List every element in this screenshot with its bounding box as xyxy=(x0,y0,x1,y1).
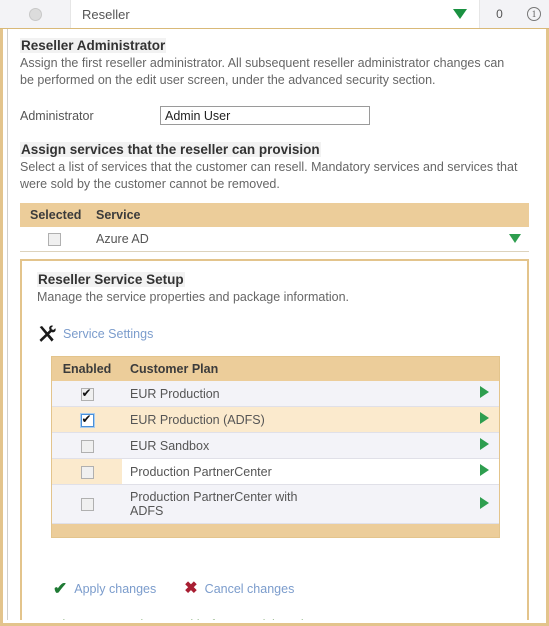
plan-expand-cell[interactable] xyxy=(310,432,499,460)
table-row[interactable]: Production PartnerCenter with ADFS xyxy=(52,484,499,525)
plan-enabled-cell[interactable] xyxy=(52,432,122,460)
customer-plans-table: Enabled Customer Plan EUR Production xyxy=(52,357,499,525)
services-col-selected: Selected xyxy=(20,203,88,227)
administrator-label: Administrator xyxy=(20,108,94,123)
status-message: Changes must be saved before provisioned… xyxy=(53,617,514,620)
administrator-field-row: Administrator xyxy=(20,106,529,125)
triangle-right-icon[interactable] xyxy=(480,464,489,477)
triangle-right-icon[interactable] xyxy=(480,438,489,451)
cancel-changes-label: Cancel changes xyxy=(204,581,295,596)
plan-enabled-checkbox[interactable] xyxy=(80,386,94,401)
customer-plans-table-wrapper: Enabled Customer Plan EUR Production xyxy=(51,356,500,539)
plans-col-enabled: Enabled xyxy=(52,357,122,382)
table-row[interactable]: EUR Production (ADFS) xyxy=(52,406,499,434)
status-dot-icon xyxy=(28,7,42,21)
window-title: Reseller xyxy=(82,6,130,22)
plan-enabled-cell[interactable] xyxy=(52,458,122,486)
assign-services-description: Select a list of services that the custo… xyxy=(20,160,518,191)
table-row[interactable]: EUR Sandbox xyxy=(52,432,499,460)
services-table-body: Azure AD xyxy=(20,227,529,253)
services-col-service: Service xyxy=(88,203,529,227)
plans-header-row: Enabled Customer Plan xyxy=(52,357,499,382)
service-settings-link[interactable]: Service Settings xyxy=(63,327,153,341)
triangle-right-icon[interactable] xyxy=(480,496,489,509)
plan-enabled-checkbox[interactable] xyxy=(80,465,94,479)
service-select-checkbox[interactable] xyxy=(47,233,61,247)
plan-enabled-cell[interactable] xyxy=(52,484,122,525)
plans-table-body: EUR Production EUR Production (ADFS) xyxy=(52,381,499,525)
triangle-down-icon[interactable] xyxy=(509,234,521,244)
page-title: Reseller Administrator xyxy=(20,38,167,53)
plan-enabled-cell[interactable] xyxy=(52,381,122,408)
info-circle-icon: 1 xyxy=(527,7,541,21)
assign-services-section: Assign services that the reseller can pr… xyxy=(20,142,529,253)
assign-services-title: Assign services that the reseller can pr… xyxy=(20,142,321,157)
admin-section-description: Assign the first reseller administrator.… xyxy=(20,56,505,87)
plan-expand-cell[interactable] xyxy=(310,484,499,525)
window-title-cell[interactable]: Reseller xyxy=(70,0,441,28)
page-frame: Reseller Administrator Assign the first … xyxy=(0,29,549,626)
check-mark-icon: ✔ xyxy=(53,579,68,599)
triangle-down-icon xyxy=(453,9,467,19)
x-mark-icon: ✖ xyxy=(184,579,198,597)
plan-enabled-checkbox[interactable] xyxy=(80,498,94,512)
service-setup-title: Reseller Service Setup xyxy=(37,272,185,288)
plan-name-cell: Production PartnerCenter with ADFS xyxy=(122,484,311,525)
apply-changes-button[interactable]: ✔ Apply changes xyxy=(53,580,156,597)
cancel-changes-button[interactable]: ✖ Cancel changes xyxy=(184,579,295,597)
service-expand-cell[interactable] xyxy=(308,227,529,253)
plan-name-cell: Production PartnerCenter xyxy=(122,458,311,486)
services-table: Selected Service Azure AD xyxy=(20,203,529,253)
plan-expand-cell[interactable] xyxy=(310,406,499,434)
tools-wrench-hammer-icon xyxy=(39,325,56,343)
triangle-right-icon[interactable] xyxy=(480,386,489,399)
service-settings-row[interactable]: Service Settings xyxy=(37,324,514,344)
topbar-dropdown-button[interactable] xyxy=(441,0,479,28)
table-row[interactable]: EUR Production xyxy=(52,381,499,408)
reseller-administrator-section: Reseller Administrator Assign the first … xyxy=(20,38,529,125)
plans-col-customer-plan: Customer Plan xyxy=(122,357,499,382)
page-content: Reseller Administrator Assign the first … xyxy=(7,29,543,620)
plans-table-footer xyxy=(52,524,499,538)
plan-name-cell: EUR Production (ADFS) xyxy=(122,406,311,434)
service-row-select-cell[interactable] xyxy=(20,227,88,253)
action-bar: ✔ Apply changes ✖ Cancel changes xyxy=(53,580,514,597)
triangle-right-icon[interactable] xyxy=(480,412,489,425)
plan-name-cell: EUR Production xyxy=(122,381,311,408)
reseller-service-setup-inner: Reseller Service Setup Manage the servic… xyxy=(22,261,527,620)
service-name-cell: Azure AD xyxy=(88,227,309,253)
top-command-bar: Reseller 0 1 xyxy=(0,0,549,29)
service-setup-description: Manage the service properties and packag… xyxy=(37,290,349,305)
plan-enabled-checkbox[interactable] xyxy=(80,439,94,453)
plan-expand-cell[interactable] xyxy=(310,458,499,486)
table-row[interactable]: Azure AD xyxy=(20,227,529,253)
info-button[interactable]: 1 xyxy=(519,0,549,28)
status-dot-cell xyxy=(0,0,70,28)
services-table-head: Selected Service xyxy=(20,203,529,227)
administrator-input[interactable] xyxy=(160,106,370,125)
plans-table-head: Enabled Customer Plan xyxy=(52,357,499,382)
reseller-service-setup-panel: Reseller Service Setup Manage the servic… xyxy=(20,259,529,620)
plan-expand-cell[interactable] xyxy=(310,381,499,408)
table-row[interactable]: Production PartnerCenter xyxy=(52,458,499,486)
plan-enabled-checkbox[interactable] xyxy=(80,412,94,427)
topbar-count: 0 xyxy=(479,0,519,28)
plan-enabled-cell[interactable] xyxy=(52,406,122,434)
plan-name-cell: EUR Sandbox xyxy=(122,432,311,460)
services-header-row: Selected Service xyxy=(20,203,529,227)
apply-changes-label: Apply changes xyxy=(74,581,157,596)
